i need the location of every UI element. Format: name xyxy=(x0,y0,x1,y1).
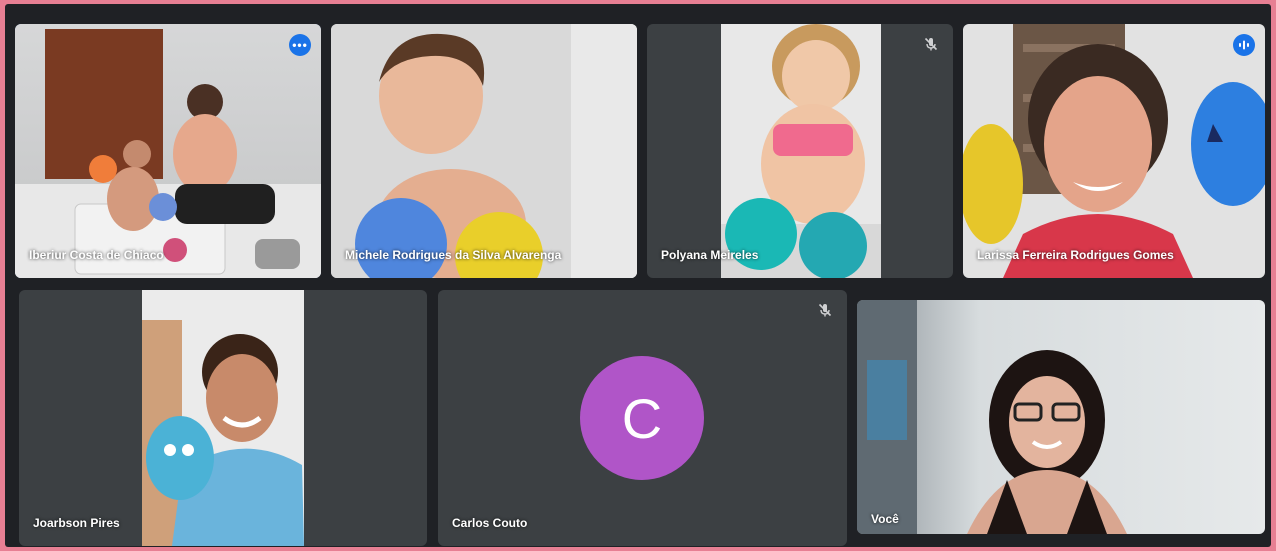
participant-name-4: Larissa Ferreira Rodrigues Gomes xyxy=(977,248,1174,262)
participant-tile-3[interactable]: Polyana Meireles xyxy=(647,24,953,278)
participant-name-5: Joarbson Pires xyxy=(33,516,120,530)
participant-name-6: Carlos Couto xyxy=(452,516,528,530)
mic-off-icon xyxy=(924,37,938,51)
self-video xyxy=(857,300,1265,534)
participant-tile-2[interactable]: Michele Rodrigues da Silva Alvarenga xyxy=(331,24,637,278)
participant-video-3 xyxy=(721,24,881,278)
participant-name-1: Iberiur Costa de Chiaco xyxy=(29,248,164,262)
meeting-grid: ••• Iberiur Costa de Chiaco Michele Rodr… xyxy=(5,4,1271,547)
participant-video-2 xyxy=(331,24,637,278)
participant-video-4 xyxy=(963,24,1265,278)
participant-name-3: Polyana Meireles xyxy=(661,248,759,262)
avatar: C xyxy=(580,356,704,480)
participant-tile-5[interactable]: Joarbson Pires xyxy=(19,290,427,546)
participant-tile-1[interactable]: ••• Iberiur Costa de Chiaco xyxy=(15,24,321,278)
self-name: Você xyxy=(871,512,899,526)
avatar-letter: C xyxy=(621,386,663,450)
self-tile[interactable]: Você xyxy=(857,300,1265,534)
mic-off-icon xyxy=(818,303,832,317)
participant-video-1 xyxy=(15,24,321,278)
more-options-icon[interactable]: ••• xyxy=(289,34,311,56)
participant-video-5 xyxy=(142,290,304,546)
participant-tile-6[interactable]: C Carlos Couto xyxy=(438,290,847,546)
participant-name-2: Michele Rodrigues da Silva Alvarenga xyxy=(345,248,562,262)
speaking-indicator-icon xyxy=(1233,34,1255,56)
participant-tile-4[interactable]: Larissa Ferreira Rodrigues Gomes xyxy=(963,24,1265,278)
